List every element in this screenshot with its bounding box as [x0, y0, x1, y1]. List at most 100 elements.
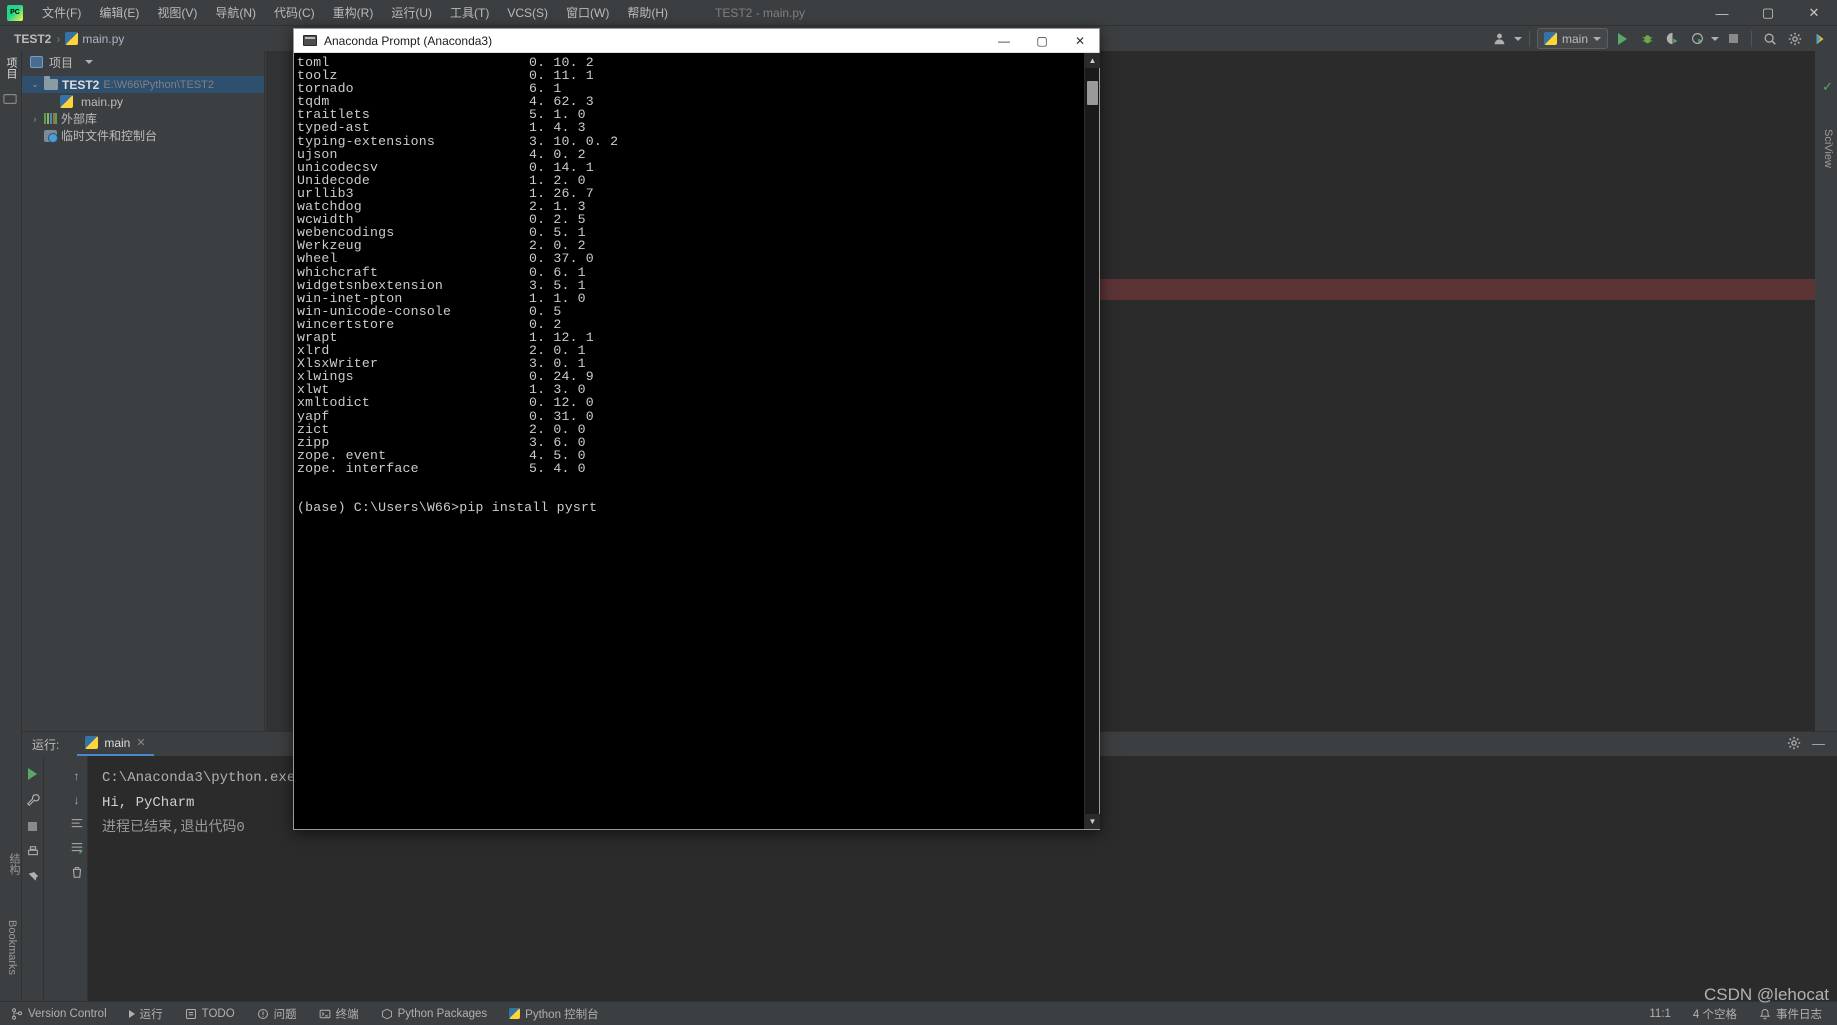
print-icon[interactable] — [25, 844, 41, 860]
package-row: XlsxWriter 3. 0. 1 — [297, 357, 1084, 370]
menu-tools[interactable]: 工具(T) — [441, 1, 498, 24]
menu-view[interactable]: 视图(V) — [148, 1, 206, 24]
tree-item-external-libraries[interactable]: › 外部库 — [22, 110, 264, 127]
todo-icon — [185, 1008, 196, 1019]
run-button[interactable] — [1611, 28, 1633, 49]
package-row: xlwt 1. 3. 0 — [297, 383, 1084, 396]
scrollbar-down-arrow-icon[interactable]: ▼ — [1085, 814, 1100, 829]
package-row: xmltodict 0. 12. 0 — [297, 396, 1084, 409]
menu-refactor[interactable]: 重构(R) — [324, 1, 383, 24]
scroll-up-icon[interactable]: ↑ — [69, 768, 85, 784]
inspection-ok-icon[interactable]: ✓ — [1822, 79, 1833, 95]
status-version-control[interactable]: Version Control — [0, 1008, 118, 1020]
close-button[interactable]: ✕ — [1791, 0, 1837, 26]
cmd-maximize-button[interactable]: ▢ — [1023, 29, 1061, 53]
breadcrumb-file[interactable]: main.py — [82, 32, 124, 46]
cmd-console-output[interactable]: toml 0. 10. 2 toolz 0. 11. 1 tornado 6. 1 tqdm… — [294, 53, 1084, 829]
run-settings-gear-icon[interactable] — [1787, 736, 1801, 753]
package-name: widgetsnbextension — [297, 277, 444, 293]
cmd-scrollbar[interactable]: ▲ ▼ — [1084, 53, 1100, 829]
cmd-close-button[interactable]: ✕ — [1061, 29, 1099, 53]
trash-icon[interactable] — [69, 864, 85, 880]
pycharm-logo-icon — [7, 4, 23, 21]
run-tab-main[interactable]: main ✕ — [77, 733, 154, 756]
menu-code[interactable]: 代码(C) — [265, 1, 324, 24]
menu-vcs[interactable]: VCS(S) — [498, 3, 557, 23]
ide-window-title: TEST2 - main.py — [715, 5, 806, 20]
breadcrumb-project[interactable]: TEST2 — [14, 32, 51, 46]
ai-assistant-icon[interactable] — [1809, 28, 1831, 49]
pin-icon[interactable] — [25, 870, 41, 886]
scroll-down-icon[interactable]: ↓ — [69, 792, 85, 808]
maximize-button[interactable]: ▢ — [1745, 0, 1791, 26]
event-log-label: 事件日志 — [1776, 1008, 1822, 1021]
user-avatar-icon[interactable] — [1489, 28, 1511, 49]
stop-button — [1722, 28, 1744, 49]
packages-icon — [381, 1008, 392, 1019]
package-row: wrapt 1. 12. 1 — [297, 331, 1084, 344]
project-icon — [30, 56, 43, 68]
project-chevron-down-icon[interactable] — [85, 60, 94, 64]
caret-position[interactable]: 11:1 — [1638, 1008, 1682, 1020]
menu-file[interactable]: 文件(F) — [33, 1, 90, 24]
menu-run[interactable]: 运行(U) — [382, 1, 441, 24]
left-tab-project[interactable]: 项目 — [0, 51, 22, 85]
scrollbar-thumb[interactable] — [1087, 81, 1098, 105]
settings-gear-icon[interactable] — [1784, 28, 1806, 49]
tree-item-scratches[interactable]: 临时文件和控制台 — [22, 127, 264, 144]
package-row: whichcraft 0. 6. 1 — [297, 264, 1084, 280]
stop-icon[interactable] — [25, 818, 41, 834]
package-name: ujson — [297, 146, 338, 162]
package-version: 0. 14. 1 — [529, 159, 594, 175]
debug-button[interactable] — [1636, 28, 1658, 49]
status-python-console[interactable]: Python 控制台 — [498, 1006, 610, 1022]
scrollbar-up-arrow-icon[interactable]: ▲ — [1085, 53, 1100, 68]
package-name: xmltodict — [297, 395, 371, 411]
menu-edit[interactable]: 编辑(E) — [90, 1, 148, 24]
left-tab-bookmarks[interactable]: Bookmarks — [3, 914, 21, 981]
rerun-icon[interactable] — [25, 766, 41, 782]
tree-arrow-icon[interactable]: › — [30, 114, 40, 124]
scroll-to-end-icon[interactable] — [69, 840, 85, 856]
menu-help[interactable]: 帮助(H) — [618, 1, 677, 24]
menu-navigate[interactable]: 导航(N) — [206, 1, 265, 24]
cmd-title-bar[interactable]: Anaconda Prompt (Anaconda3) — ▢ ✕ — [294, 29, 1099, 53]
right-tab-sciview[interactable]: SciView — [1822, 129, 1834, 168]
status-todo[interactable]: TODO — [174, 1008, 246, 1020]
profile-caret-icon[interactable] — [1711, 36, 1719, 41]
package-name: typing-extensions — [297, 133, 435, 149]
minimize-button[interactable]: — — [1699, 0, 1745, 26]
close-icon[interactable]: ✕ — [136, 736, 145, 749]
run-configuration-selector[interactable]: main — [1536, 28, 1608, 49]
package-name: win-unicode-console — [297, 303, 452, 319]
status-label: Python Packages — [397, 1007, 488, 1020]
status-terminal[interactable]: 终端 — [308, 1006, 370, 1022]
event-log[interactable]: 事件日志 — [1748, 1006, 1833, 1022]
package-version: 0. 12. 0 — [529, 395, 594, 411]
bell-icon — [1759, 1008, 1771, 1019]
cmd-minimize-button[interactable]: — — [985, 29, 1023, 53]
tree-arrow-icon[interactable]: ⌄ — [30, 79, 40, 90]
status-python-packages[interactable]: Python Packages — [370, 1008, 499, 1020]
run-hide-icon[interactable]: — — [1812, 736, 1825, 751]
commit-icon[interactable] — [3, 92, 19, 108]
project-panel-title: 项目 — [49, 55, 74, 70]
tree-item-mainpy[interactable]: main.py — [22, 93, 264, 110]
wrench-icon[interactable] — [25, 792, 41, 808]
status-problems[interactable]: 问题 — [246, 1006, 308, 1022]
indent-setting[interactable]: 4 个空格 — [1682, 1006, 1748, 1022]
menu-window[interactable]: 窗口(W) — [557, 1, 618, 24]
search-icon[interactable] — [1759, 28, 1781, 49]
run-with-coverage-button[interactable] — [1661, 28, 1683, 49]
package-version: 1. 4. 3 — [529, 120, 586, 136]
package-row: Unidecode 1. 2. 0 — [297, 174, 1084, 187]
status-run[interactable]: 运行 — [118, 1006, 174, 1022]
package-row: webencodings 0. 5. 1 — [297, 226, 1084, 239]
soft-wrap-icon[interactable] — [69, 816, 85, 832]
tree-item-test2[interactable]: ⌄ TEST2 E:\W66\Python\TEST2 — [22, 76, 264, 93]
package-version: 0. 6. 1 — [529, 264, 586, 280]
project-panel-header[interactable]: 项目 — [22, 51, 264, 73]
user-caret-icon[interactable] — [1513, 36, 1522, 41]
profile-button[interactable] — [1686, 28, 1708, 49]
anaconda-prompt-window[interactable]: Anaconda Prompt (Anaconda3) — ▢ ✕ toml 0.… — [293, 28, 1100, 830]
